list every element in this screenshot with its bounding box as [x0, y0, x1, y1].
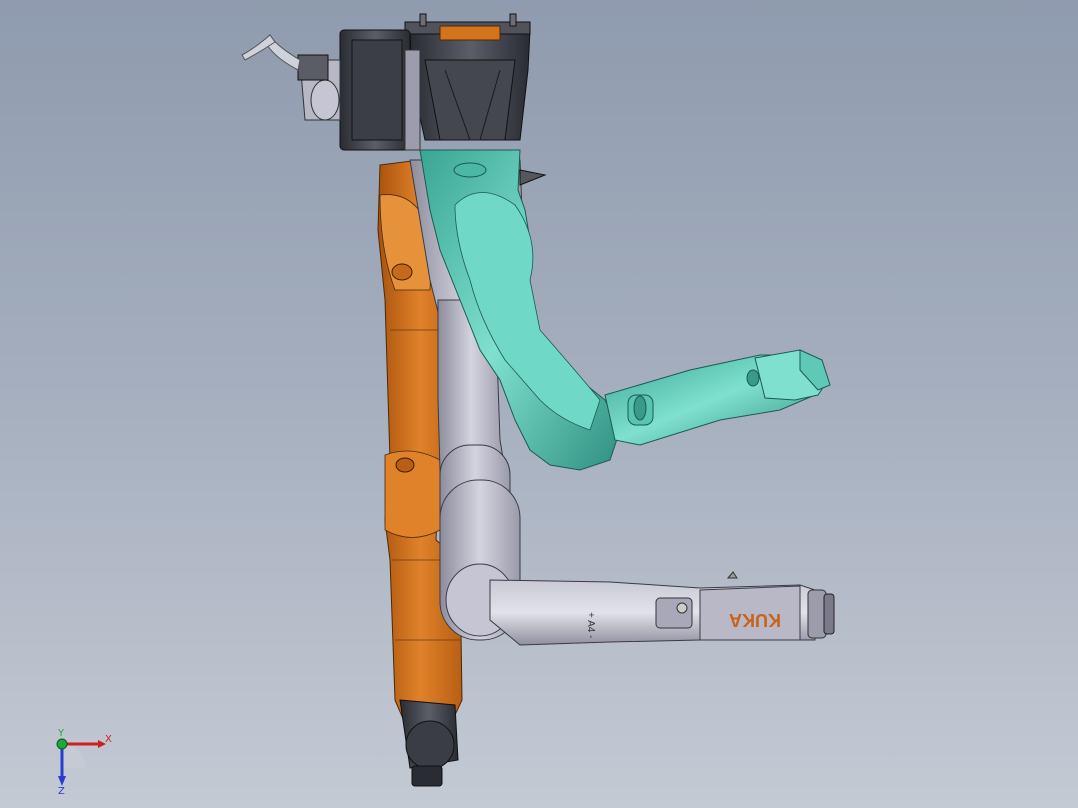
- graphics-viewport[interactable]: KUKA + A4 -: [0, 0, 1078, 808]
- coordinate-triad: X Y Z: [56, 728, 112, 797]
- y-axis-dot: [56, 738, 68, 750]
- x-axis-label: X: [105, 734, 112, 745]
- robot-base-housing[interactable]: [241, 13, 531, 151]
- z-axis-label: Z: [58, 786, 65, 797]
- joint-a4-marking: + A4 -: [585, 612, 596, 638]
- kuka-logo: KUKA: [729, 610, 781, 630]
- bracket-tab: [519, 169, 547, 186]
- y-axis-label: Y: [57, 728, 65, 739]
